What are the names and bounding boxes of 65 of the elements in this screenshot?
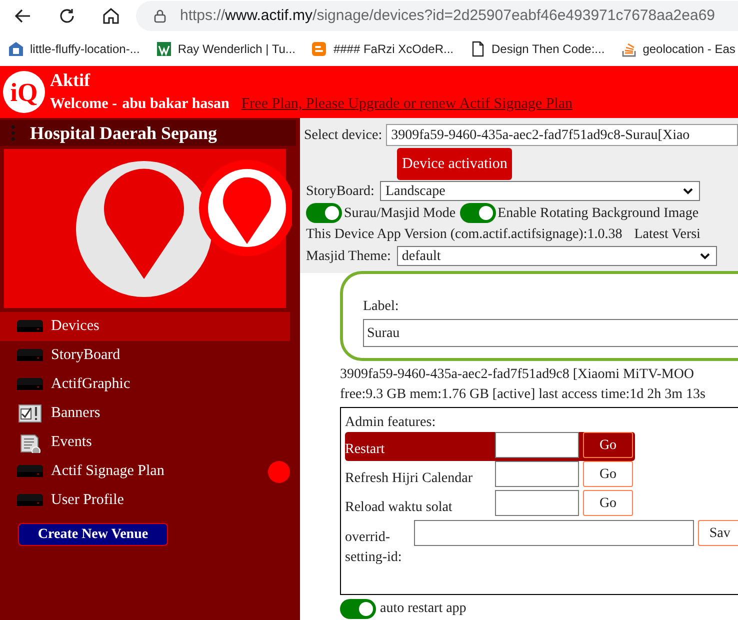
upgrade-link[interactable]: Free Plan, Please Upgrade or renew Actif Signage Plan bbox=[241, 92, 573, 116]
bookmark-link[interactable]: Design Then Code:... bbox=[470, 40, 605, 58]
sidebar-item[interactable]: User Profile bbox=[0, 486, 290, 515]
app-version-text: This Device App Version (com.actif.actifsignage):1.0.38 bbox=[306, 226, 622, 244]
device-select[interactable]: 3909fa59-9460-435a-aec2-fad7f51ad9c8-Surau[Xiao bbox=[386, 124, 738, 146]
latest-version-text: Latest Versi bbox=[634, 226, 700, 244]
admin-input[interactable] bbox=[495, 432, 579, 458]
save-button[interactable]: Sav bbox=[698, 520, 738, 546]
bookmark-link[interactable]: little-fluffy-location-... bbox=[8, 40, 140, 58]
label-input[interactable]: Surau bbox=[363, 319, 738, 347]
sidebar-item[interactable]: Actif Signage Plan bbox=[0, 457, 290, 486]
sidebar-item[interactable]: Devices bbox=[0, 312, 290, 341]
sidebar-item[interactable]: Banners bbox=[0, 399, 290, 428]
admin-row[interactable]: Reload waktu solat Go bbox=[345, 490, 635, 519]
sidebar-item[interactable]: StoryBoard bbox=[0, 341, 290, 370]
chevron-down-icon bbox=[683, 188, 694, 194]
bookmark-link[interactable]: geolocation - Eas bbox=[620, 40, 736, 58]
toggle-switch[interactable] bbox=[340, 598, 376, 618]
toggle-label: Surau/Masjid Mode bbox=[344, 204, 456, 222]
admin-input[interactable] bbox=[495, 461, 579, 487]
sidebar-item[interactable]: Events bbox=[0, 428, 290, 457]
stack-icon bbox=[620, 41, 637, 57]
reload-icon[interactable] bbox=[58, 7, 76, 25]
welcome-text: Welcome - bbox=[50, 95, 118, 114]
w-logo-icon bbox=[156, 41, 172, 57]
bookmark-link[interactable]: #### FaRzi XcOdeR... bbox=[311, 40, 454, 58]
go-button[interactable]: Go bbox=[583, 461, 633, 487]
page-icon bbox=[470, 41, 486, 57]
venue-name: Hospital Daerah Sepang bbox=[30, 122, 218, 145]
address-bar[interactable]: https://www.actif.my/signage/devices?id=2d25907eabf46e493971c7678aa2ea69 bbox=[136, 1, 738, 31]
go-button[interactable]: Go bbox=[583, 432, 633, 458]
url-text: https://www.actif.my/signage/devices?id=2d25907eabf46e493971c7678aa2ea69 bbox=[180, 6, 715, 26]
home-icon[interactable] bbox=[102, 7, 120, 25]
house-icon bbox=[8, 41, 24, 57]
bookmark-link[interactable]: Ray Wenderlich | Tu... bbox=[156, 40, 296, 58]
masjid-theme-select[interactable]: default bbox=[396, 246, 717, 266]
back-icon[interactable] bbox=[14, 7, 32, 25]
app-title: Aktif bbox=[50, 69, 92, 92]
label-caption: Label: bbox=[363, 298, 400, 316]
device-status-text: free:9.3 GB mem:1.76 GB [active] last access time:1d 2h 3m 13s bbox=[340, 386, 706, 404]
storyboard-select[interactable]: Landscape bbox=[380, 181, 700, 201]
create-venue-button[interactable]: Create New Venue bbox=[18, 523, 168, 546]
toggle-switch[interactable] bbox=[460, 203, 496, 223]
user-name: abu bakar hasan bbox=[122, 95, 230, 114]
device-info-text: 3909fa59-9460-435a-aec2-fad7f51ad9c8 [Xiaomi MiTV-MOO bbox=[340, 366, 696, 384]
b-logo-icon bbox=[311, 41, 328, 57]
select-device-label: Select device: bbox=[304, 126, 382, 144]
toggle-switch[interactable] bbox=[306, 203, 342, 223]
admin-input[interactable] bbox=[495, 490, 579, 516]
admin-title: Admin features: bbox=[345, 414, 437, 432]
go-button[interactable]: Go bbox=[583, 490, 633, 516]
iq-logo: iQ bbox=[3, 71, 45, 113]
override-label: overrid-setting-id: bbox=[345, 529, 403, 567]
device-activation-button[interactable]: Device activation bbox=[397, 148, 512, 180]
lock-icon bbox=[154, 9, 166, 23]
override-input[interactable] bbox=[414, 520, 694, 546]
admin-row[interactable]: Restart Go bbox=[345, 432, 635, 461]
admin-row[interactable]: Refresh Hijri Calendar Go bbox=[345, 461, 635, 490]
toggle-label: auto restart app bbox=[380, 600, 466, 618]
checklist-icon bbox=[16, 404, 44, 424]
toggle-label: Enable Rotating Background Image bbox=[498, 204, 699, 222]
chevron-down-icon bbox=[700, 252, 710, 260]
sidebar-item[interactable]: ActifGraphic bbox=[0, 370, 290, 399]
masjid-theme-label: Masjid Theme: bbox=[306, 248, 391, 266]
storyboard-label: StoryBoard: bbox=[306, 182, 374, 200]
